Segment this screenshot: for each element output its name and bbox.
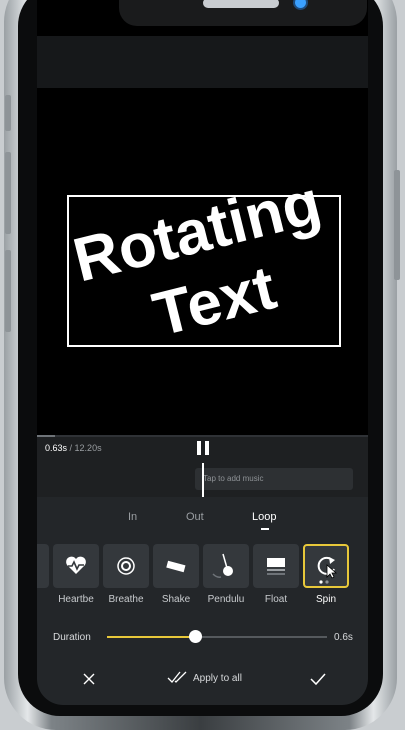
phone-volume-up: [5, 152, 11, 234]
current-time: 0.63s: [45, 443, 68, 453]
video-preview[interactable]: Rotating Text: [37, 88, 368, 435]
partial-effect-icon: [37, 544, 49, 588]
breathe-icon: [103, 544, 149, 588]
effect-label: Breathe: [108, 594, 144, 605]
duration-slider-thumb[interactable]: [189, 630, 202, 643]
top-bar: [37, 36, 368, 88]
effect-item-float[interactable]: Float: [253, 544, 299, 605]
effect-label: Float: [264, 594, 288, 605]
duration-value: 0.6s: [334, 632, 353, 643]
pause-icon[interactable]: [197, 441, 209, 455]
speaker-grille: [203, 0, 279, 8]
timeline-progress: [37, 435, 55, 437]
effect-item-pendulum[interactable]: Pendulu: [203, 544, 249, 605]
float-icon: [253, 544, 299, 588]
phone-volume-down: [5, 250, 11, 332]
effect-item-partial[interactable]: [37, 544, 49, 594]
close-icon[interactable]: [81, 671, 97, 687]
playhead[interactable]: [202, 463, 204, 497]
shake-icon: [153, 544, 199, 588]
phone-side-button: [5, 95, 11, 131]
effect-label: Heartbe: [58, 594, 94, 605]
effect-label: Spin: [315, 594, 336, 605]
spin-icon: [303, 544, 349, 588]
heartbeat-icon: [53, 544, 99, 588]
confirm-check-icon[interactable]: [309, 671, 327, 687]
time-separator: /: [67, 443, 75, 453]
effect-item-spin[interactable]: Spin: [303, 544, 349, 605]
effect-item-breathe[interactable]: Breathe: [103, 544, 149, 605]
bottom-action-bar: Apply to all: [37, 661, 368, 705]
tab-loop[interactable]: Loop: [252, 511, 276, 523]
apply-to-all-button[interactable]: Apply to all: [167, 669, 242, 689]
effect-label: Shake: [161, 594, 191, 605]
animation-panel: In Out Loop Heartbe Breathe Shake Pendul…: [37, 497, 368, 705]
apply-to-all-label: Apply to all: [193, 673, 242, 684]
timeline-divider: [37, 435, 368, 437]
tab-in[interactable]: In: [128, 511, 137, 523]
effect-item-heartbeat[interactable]: Heartbe: [53, 544, 99, 605]
duration-slider-fill: [107, 636, 195, 638]
effect-list: Heartbe Breathe Shake Pendulu Float Spin: [37, 544, 368, 614]
tab-out[interactable]: Out: [186, 511, 204, 523]
double-check-icon: [167, 671, 187, 683]
pendulum-icon: [203, 544, 249, 588]
app-screen: Rotating Text 0.63s / 12.20s Tap to add …: [37, 0, 368, 705]
effect-item-shake[interactable]: Shake: [153, 544, 199, 605]
front-camera: [295, 0, 306, 8]
timeline: 0.63s / 12.20s Tap to add music: [37, 435, 368, 497]
time-readout: 0.63s / 12.20s: [45, 443, 102, 453]
duration-label: Duration: [53, 632, 91, 643]
effect-label: Pendulu: [207, 594, 245, 605]
phone-notch: [119, 0, 367, 26]
phone-power-button: [394, 170, 400, 280]
total-time: 12.20s: [74, 443, 102, 453]
tab-indicator: [261, 528, 269, 530]
add-music-track[interactable]: Tap to add music: [195, 468, 353, 490]
